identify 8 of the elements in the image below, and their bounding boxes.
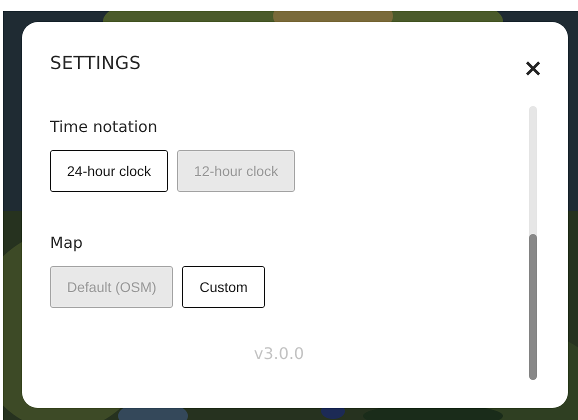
- close-button[interactable]: ×: [523, 56, 543, 80]
- option-button[interactable]: Custom: [182, 266, 265, 308]
- option-button[interactable]: 24-hour clock: [50, 150, 168, 192]
- section-heading: Map: [50, 234, 84, 252]
- dialog-title: SETTINGS: [50, 53, 142, 74]
- scrollbar[interactable]: [529, 106, 537, 380]
- version-label: v3.0.0: [254, 344, 304, 363]
- section-heading: Time notation: [50, 118, 158, 136]
